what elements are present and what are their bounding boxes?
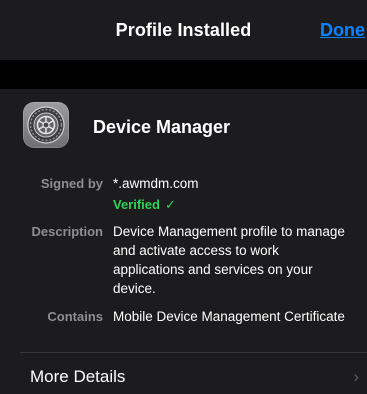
description-label: Description bbox=[31, 224, 103, 239]
profile-name: Device Manager bbox=[93, 117, 231, 137]
profile-panel: Device Manager Signed by *.awmdm.com Ver… bbox=[0, 89, 367, 394]
description-value: Device Management profile to manage and … bbox=[113, 224, 345, 296]
page-title: Profile Installed bbox=[115, 20, 252, 40]
done-button[interactable]: Done bbox=[320, 20, 365, 41]
more-details-label: More Details bbox=[30, 367, 126, 386]
signed-by-label: Signed by bbox=[40, 176, 103, 191]
checkmark-icon: ✓ bbox=[164, 197, 176, 212]
chevron-right-icon: › bbox=[353, 367, 359, 386]
verified-badge: Verified ✓ bbox=[113, 197, 176, 213]
more-details-row[interactable]: More Details › bbox=[0, 353, 367, 394]
gear-icon bbox=[27, 106, 65, 144]
contains-value: Mobile Device Management Certificate bbox=[113, 309, 345, 324]
section-gap bbox=[0, 60, 367, 89]
verified-label: Verified bbox=[113, 197, 160, 212]
signed-by-value: *.awmdm.com bbox=[113, 176, 199, 191]
settings-gear-icon bbox=[23, 102, 69, 148]
navigation-bar: Profile Installed Done bbox=[0, 0, 367, 60]
profile-installed-screen: Profile Installed Done Device Manager Si… bbox=[0, 0, 367, 394]
contains-label: Contains bbox=[47, 309, 103, 324]
